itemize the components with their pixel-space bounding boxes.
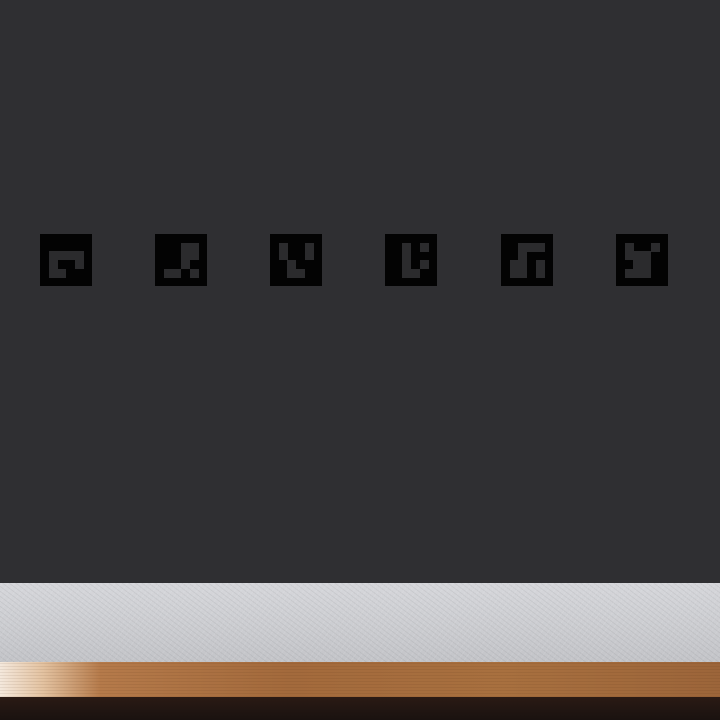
marker-cell (420, 260, 429, 269)
marker-cell (518, 251, 527, 260)
marker-cell (642, 260, 651, 269)
wall (0, 0, 720, 583)
fiducial-marker-5 (501, 234, 553, 286)
marker-cell (190, 251, 199, 260)
marker-cell (411, 269, 420, 278)
fiducial-marker-4 (385, 234, 437, 286)
marker-cell (75, 251, 84, 260)
marker-cell (279, 251, 288, 260)
fiducial-marker-1 (40, 234, 92, 286)
marker-cell (49, 260, 58, 269)
marker-cell (190, 269, 199, 278)
dark-base (0, 697, 720, 720)
marker-cell (172, 269, 181, 278)
fiducial-marker-6 (616, 234, 668, 286)
wooden-shelf (0, 662, 720, 697)
marker-cell (633, 260, 642, 269)
marker-cell (181, 251, 190, 260)
marker-cell (633, 251, 642, 260)
marker-cell (536, 243, 545, 252)
marker-cell (296, 269, 305, 278)
marker-cell (518, 269, 527, 278)
marker-cell (527, 243, 536, 252)
marker-cell (633, 269, 642, 278)
marker-cell (402, 269, 411, 278)
marker-cell (181, 260, 190, 269)
marker-cell (402, 251, 411, 260)
marker-cell (75, 260, 84, 269)
fiducial-marker-2 (155, 234, 207, 286)
marker-cell (287, 260, 296, 269)
marker-cell (536, 260, 545, 269)
marker-cell (66, 251, 75, 260)
stone-ledge (0, 583, 720, 662)
marker-cell (651, 243, 660, 252)
marker-cell (57, 269, 66, 278)
marker-cell (402, 260, 411, 269)
marker-cell (57, 251, 66, 260)
fiducial-marker-3 (270, 234, 322, 286)
marker-cell (305, 251, 314, 260)
marker-cell (642, 251, 651, 260)
marker-cell (420, 243, 429, 252)
marker-cell (518, 260, 527, 269)
marker-cell (642, 269, 651, 278)
marker-cell (536, 269, 545, 278)
marker-cell (287, 269, 296, 278)
